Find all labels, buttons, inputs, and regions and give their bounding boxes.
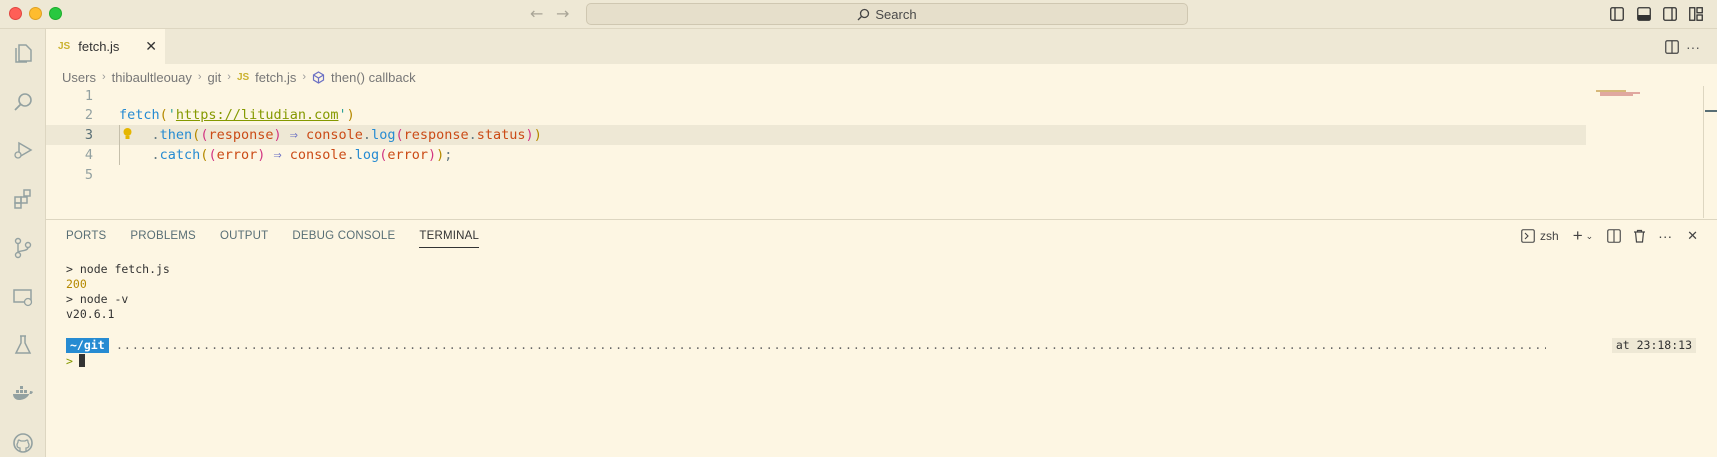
split-editor-icon[interactable] bbox=[1665, 40, 1679, 54]
symbol-method-icon bbox=[312, 70, 325, 84]
chevron-right-icon: › bbox=[197, 71, 202, 83]
terminal-input-line[interactable]: > bbox=[66, 353, 85, 368]
chevron-right-icon: › bbox=[302, 71, 307, 83]
terminal-line: > node -v bbox=[66, 292, 129, 306]
extensions-icon[interactable] bbox=[10, 186, 36, 212]
code-text: .catch((error) ⇒ console.log(error)); bbox=[151, 147, 453, 163]
code-editor[interactable]: 1 2 fetch('https://litudian.com') 3 .the… bbox=[46, 86, 1717, 218]
code-text: .then((response) ⇒ console.log(response.… bbox=[151, 127, 542, 143]
title-bar: ← → Search bbox=[0, 0, 1717, 29]
editor-tab-bar: JS fetch.js ✕ ··· bbox=[46, 29, 1717, 64]
split-terminal-icon[interactable] bbox=[1607, 229, 1621, 243]
panel-actions: zsh + ⌄ ··· ✕ bbox=[1521, 227, 1698, 244]
testing-icon[interactable] bbox=[10, 332, 36, 358]
prompt-time: at 23:18:13 bbox=[1611, 338, 1696, 353]
tab-debug-console[interactable]: DEBUG CONSOLE bbox=[292, 230, 395, 248]
terminal-line: 200 bbox=[66, 277, 87, 291]
line-number: 2 bbox=[84, 107, 93, 123]
terminal-cursor bbox=[78, 354, 85, 367]
toggle-primary-sidebar-icon[interactable] bbox=[1610, 7, 1624, 21]
back-arrow-icon[interactable]: ← bbox=[530, 4, 543, 23]
prompt-directory: ~/git bbox=[66, 338, 109, 353]
search-icon[interactable] bbox=[10, 89, 36, 115]
minimap[interactable] bbox=[1591, 86, 1651, 126]
command-center-search[interactable]: Search bbox=[586, 3, 1188, 25]
editor-scrollbar[interactable] bbox=[1703, 86, 1704, 218]
maximize-window-button[interactable] bbox=[49, 7, 62, 20]
terminal-icon bbox=[1521, 229, 1535, 243]
prompt-filler: ........................................… bbox=[116, 338, 1546, 352]
minimize-window-button[interactable] bbox=[29, 7, 42, 20]
tab-fetch-js[interactable]: JS fetch.js ✕ bbox=[46, 29, 165, 64]
url-link: https://litudian.com bbox=[175, 107, 339, 123]
toggle-secondary-sidebar-icon[interactable] bbox=[1663, 7, 1677, 21]
terminal-output[interactable]: > node fetch.js 200 > node -v v20.6.1 bbox=[66, 262, 170, 322]
code-line: 5 bbox=[46, 165, 1586, 185]
breadcrumb: Users › thibaultleouay › git › JS fetch.… bbox=[62, 69, 416, 85]
tab-label: fetch.js bbox=[78, 39, 120, 54]
search-icon bbox=[857, 8, 870, 20]
chevron-right-icon: › bbox=[101, 71, 106, 83]
breadcrumb-symbol[interactable]: then() callback bbox=[331, 70, 416, 85]
close-window-button[interactable] bbox=[9, 7, 22, 20]
github-icon[interactable] bbox=[10, 430, 36, 456]
close-tab-icon[interactable]: ✕ bbox=[145, 38, 157, 55]
source-control-icon[interactable] bbox=[10, 235, 36, 261]
code-line: 2 fetch('https://litudian.com') bbox=[46, 105, 1586, 125]
breadcrumb-users[interactable]: Users bbox=[62, 70, 96, 85]
tab-terminal[interactable]: TERMINAL bbox=[419, 230, 480, 248]
terminal-line: v20.6.1 bbox=[66, 307, 115, 321]
close-panel-icon[interactable]: ✕ bbox=[1687, 228, 1698, 244]
trash-icon[interactable] bbox=[1633, 229, 1646, 243]
breadcrumb-file[interactable]: fetch.js bbox=[255, 70, 296, 85]
tab-ports[interactable]: PORTS bbox=[66, 230, 106, 248]
prompt-char: > bbox=[66, 353, 73, 368]
remote-explorer-icon[interactable] bbox=[10, 284, 36, 310]
tab-problems[interactable]: PROBLEMS bbox=[130, 230, 196, 248]
chevron-right-icon: › bbox=[227, 71, 231, 83]
docker-icon[interactable] bbox=[10, 381, 36, 407]
code-text: fetch('https://litudian.com') bbox=[119, 107, 355, 123]
run-debug-icon[interactable] bbox=[10, 137, 36, 163]
tab-output[interactable]: OUTPUT bbox=[220, 230, 268, 248]
line-number: 5 bbox=[84, 167, 93, 183]
breadcrumb-user[interactable]: thibaultleouay bbox=[112, 70, 192, 85]
line-number: 1 bbox=[84, 88, 93, 104]
explorer-icon[interactable] bbox=[10, 40, 36, 66]
more-actions-icon[interactable]: ··· bbox=[1658, 228, 1672, 244]
overview-ruler-marker bbox=[1705, 110, 1717, 112]
line-number: 4 bbox=[84, 147, 93, 163]
shell-name[interactable]: zsh bbox=[1540, 229, 1559, 243]
new-terminal-icon[interactable]: + bbox=[1573, 227, 1583, 244]
panel-tab-list: PORTS PROBLEMS OUTPUT DEBUG CONSOLE TERM… bbox=[66, 230, 480, 248]
code-line: 1 bbox=[46, 86, 1586, 106]
toggle-panel-icon[interactable] bbox=[1637, 7, 1651, 21]
more-actions-icon[interactable]: ··· bbox=[1686, 39, 1700, 55]
search-placeholder: Search bbox=[875, 6, 917, 22]
chevron-down-icon[interactable]: ⌄ bbox=[1586, 231, 1594, 242]
code-line-active: 3 .then((response) ⇒ console.log(respons… bbox=[46, 125, 1586, 145]
javascript-file-icon: JS bbox=[58, 41, 71, 52]
bottom-panel: PORTS PROBLEMS OUTPUT DEBUG CONSOLE TERM… bbox=[46, 219, 1717, 457]
activity-bar bbox=[0, 29, 46, 457]
customize-layout-icon[interactable] bbox=[1689, 7, 1703, 21]
breadcrumb-git[interactable]: git bbox=[208, 70, 222, 85]
terminal-prompt: ~/git ..................................… bbox=[66, 338, 1696, 353]
terminal-line: > node fetch.js bbox=[66, 262, 170, 276]
javascript-file-icon: JS bbox=[236, 71, 250, 83]
line-number: 3 bbox=[84, 127, 93, 143]
forward-arrow-icon[interactable]: → bbox=[556, 4, 569, 23]
code-line: 4 .catch((error) ⇒ console.log(error)); bbox=[46, 145, 1586, 165]
